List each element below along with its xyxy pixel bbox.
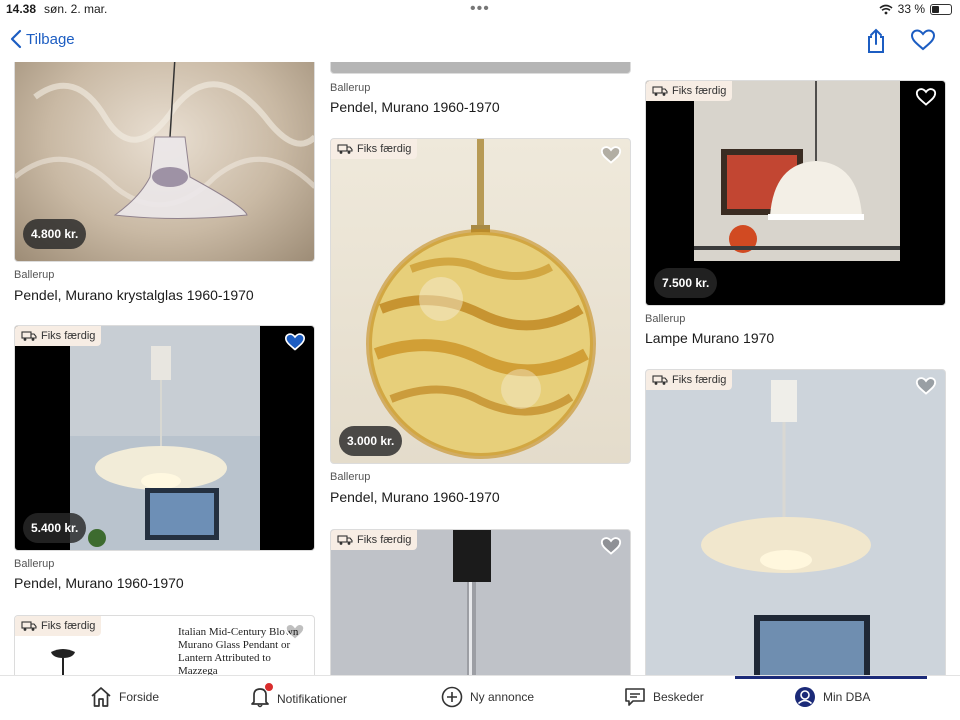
tab-beskeder[interactable]: Beskeder <box>624 686 704 708</box>
bell-icon-wrap <box>250 682 274 711</box>
price-tag: 4.800 kr. <box>23 219 87 249</box>
back-label: Tilbage <box>26 30 75 48</box>
navigation-bar: Tilbage <box>0 20 960 62</box>
status-bar: 14.38 søn. 2. mar. ••• 33 % <box>0 0 960 20</box>
listing-card[interactable]: Fiks færdig 7.500 kr. <box>645 80 946 306</box>
bottom-tab-bar: Forside Notifikationer Ny annonce Besked… <box>0 675 960 720</box>
tab-label: Forside <box>119 690 160 704</box>
listing-card[interactable]: Fiks færdig <box>645 369 946 675</box>
fiks-faerdig-badge: Fiks færdig <box>15 326 102 346</box>
listing-card[interactable]: Fiks færdig 5.400 kr. <box>14 325 315 551</box>
listing-card[interactable] <box>330 62 631 74</box>
listing-image <box>331 530 630 675</box>
listing-title[interactable]: Pendel, Murano 1960-1970 <box>330 99 500 115</box>
favorite-toggle[interactable] <box>915 87 937 112</box>
back-button[interactable]: Tilbage <box>10 29 75 49</box>
listing-card[interactable]: Fiks færdig <box>330 529 631 675</box>
listing-card[interactable]: Fiks færdig 3.000 kr. <box>330 138 631 464</box>
favorite-toggle[interactable] <box>284 622 306 647</box>
listing-card[interactable]: 4.800 kr. <box>14 62 315 262</box>
tab-label: Min DBA <box>823 690 871 704</box>
favorite-toggle-active[interactable] <box>284 332 306 357</box>
tab-label: Ny annonce <box>470 690 535 704</box>
tab-label: Beskeder <box>653 690 704 704</box>
status-date: søn. 2. mar. <box>44 2 108 16</box>
pendant-lamp-thumbnail <box>51 649 75 675</box>
truck-icon <box>21 330 37 341</box>
fiks-faerdig-badge: Fiks færdig <box>15 616 102 636</box>
favorite-button[interactable] <box>910 28 936 57</box>
badge-label: Fiks færdig <box>672 85 727 97</box>
active-tab-indicator <box>735 676 927 679</box>
listing-title[interactable]: Lampe Murano 1970 <box>645 330 774 346</box>
share-icon <box>868 28 884 53</box>
badge-label: Fiks færdig <box>41 330 96 342</box>
wifi-icon <box>879 4 893 14</box>
caption-line: Italian Mid-Century Blown <box>178 626 299 638</box>
battery-icon <box>930 3 952 15</box>
tab-label: Notifikationer <box>277 691 348 706</box>
listing-location: Ballerup <box>645 313 686 325</box>
battery-percent: 33 % <box>897 2 925 16</box>
listing-card[interactable]: Fiks færdig Italian Mid-Century Blown Mu… <box>14 615 315 675</box>
listing-location: Ballerup <box>14 269 55 281</box>
status-right: 33 % <box>879 2 952 16</box>
heart-filled-icon <box>284 333 306 351</box>
listing-location: Ballerup <box>14 558 55 570</box>
notification-badge <box>264 682 274 692</box>
badge-label: Fiks færdig <box>357 534 412 546</box>
share-button[interactable] <box>864 28 888 59</box>
listing-title[interactable]: Pendel, Murano 1960-1970 <box>330 489 500 505</box>
heart-outline-icon <box>600 146 622 164</box>
badge-label: Fiks færdig <box>672 374 727 386</box>
truck-icon <box>652 374 668 385</box>
tab-ny-annonce[interactable]: Ny annonce <box>441 686 534 708</box>
truck-icon <box>337 534 353 545</box>
plus-circle-icon <box>441 686 463 708</box>
tab-min-dba[interactable]: Min DBA <box>794 686 870 708</box>
listing-title[interactable]: Pendel, Murano 1960-1970 <box>14 575 184 591</box>
tab-notifikationer[interactable]: Notifikationer <box>250 682 348 711</box>
listing-grid: 4.800 kr. Ballerup Pendel, Murano krysta… <box>0 62 960 675</box>
favorite-toggle[interactable] <box>915 376 937 401</box>
truck-icon <box>337 143 353 154</box>
listing-title[interactable]: Pendel, Murano krystalglas 1960-1970 <box>14 287 254 303</box>
listing-location: Ballerup <box>330 82 371 94</box>
heart-outline-icon <box>284 623 306 641</box>
caption-line: Murano Glass Pendant or <box>178 639 291 651</box>
heart-icon <box>910 29 936 51</box>
favorite-toggle[interactable] <box>600 145 622 170</box>
caption-line: Lantern Attributed to <box>178 652 271 664</box>
fiks-faerdig-badge: Fiks færdig <box>331 530 418 550</box>
tab-forside[interactable]: Forside <box>90 686 159 708</box>
heart-outline-icon <box>600 537 622 555</box>
listing-location: Ballerup <box>330 471 371 483</box>
truck-icon <box>652 85 668 96</box>
multitask-dots-icon[interactable]: ••• <box>470 0 490 18</box>
price-tag: 3.000 kr. <box>339 426 403 456</box>
caption-line: Mazzega <box>178 665 218 675</box>
profile-icon <box>795 687 815 707</box>
badge-label: Fiks færdig <box>357 143 412 155</box>
badge-label: Fiks færdig <box>41 620 96 632</box>
price-tag: 5.400 kr. <box>23 513 87 543</box>
listing-image <box>366 139 596 459</box>
fiks-faerdig-badge: Fiks færdig <box>331 139 418 159</box>
heart-outline-icon <box>915 377 937 395</box>
favorite-toggle[interactable] <box>600 536 622 561</box>
fiks-faerdig-badge: Fiks færdig <box>646 81 733 101</box>
home-icon <box>91 687 111 707</box>
listing-image <box>646 370 945 675</box>
chevron-left-icon <box>10 29 22 49</box>
listing-image-caption: Italian Mid-Century Blown Murano Glass P… <box>178 626 298 675</box>
chat-icon <box>625 688 645 706</box>
heart-outline-icon <box>915 88 937 106</box>
truck-icon <box>21 620 37 631</box>
price-tag: 7.500 kr. <box>654 268 718 298</box>
fiks-faerdig-badge: Fiks færdig <box>646 370 733 390</box>
status-time: 14.38 <box>6 2 37 16</box>
